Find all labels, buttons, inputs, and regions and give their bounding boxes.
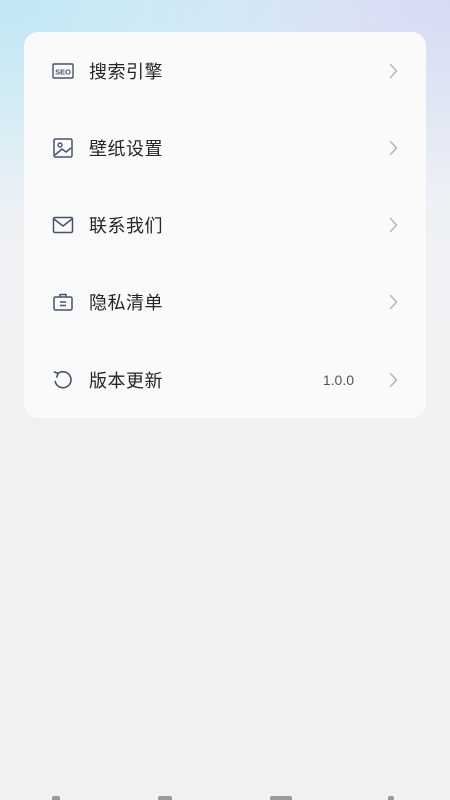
chevron-right-icon: [388, 217, 398, 233]
briefcase-icon: [51, 290, 75, 314]
chevron-right-icon: [388, 140, 398, 156]
image-icon: [51, 136, 75, 160]
nav-item-1-icon[interactable]: [52, 796, 60, 800]
version-number: 1.0.0: [322, 371, 354, 388]
bottom-navigation-bar: [0, 784, 450, 800]
chevron-right-icon: [388, 294, 398, 310]
settings-item-label: 搜索引擎: [89, 61, 163, 83]
settings-item-search-engine[interactable]: SEO 搜索引擎: [24, 32, 426, 109]
settings-item-label: 版本更新: [89, 370, 163, 392]
svg-text:SEO: SEO: [55, 67, 71, 76]
refresh-icon: [51, 368, 75, 392]
settings-item-label: 壁纸设置: [89, 138, 163, 160]
settings-card: SEO 搜索引擎 壁纸设置 联系我们 隐私清单 版本更新 1.0.0: [24, 32, 426, 418]
nav-item-4-icon[interactable]: [388, 796, 394, 800]
seo-icon: SEO: [51, 59, 75, 83]
settings-item-wallpaper[interactable]: 壁纸设置: [24, 109, 426, 186]
settings-item-version-update[interactable]: 版本更新 1.0.0: [24, 341, 426, 418]
settings-item-label: 联系我们: [89, 215, 163, 237]
settings-item-privacy-list[interactable]: 隐私清单: [24, 263, 426, 340]
mail-icon: [51, 213, 75, 237]
nav-item-2-icon[interactable]: [158, 796, 172, 800]
chevron-right-icon: [388, 63, 398, 79]
chevron-right-icon: [388, 372, 398, 388]
nav-item-3-icon[interactable]: [270, 796, 292, 800]
settings-item-label: 隐私清单: [89, 292, 163, 314]
settings-item-contact-us[interactable]: 联系我们: [24, 186, 426, 263]
